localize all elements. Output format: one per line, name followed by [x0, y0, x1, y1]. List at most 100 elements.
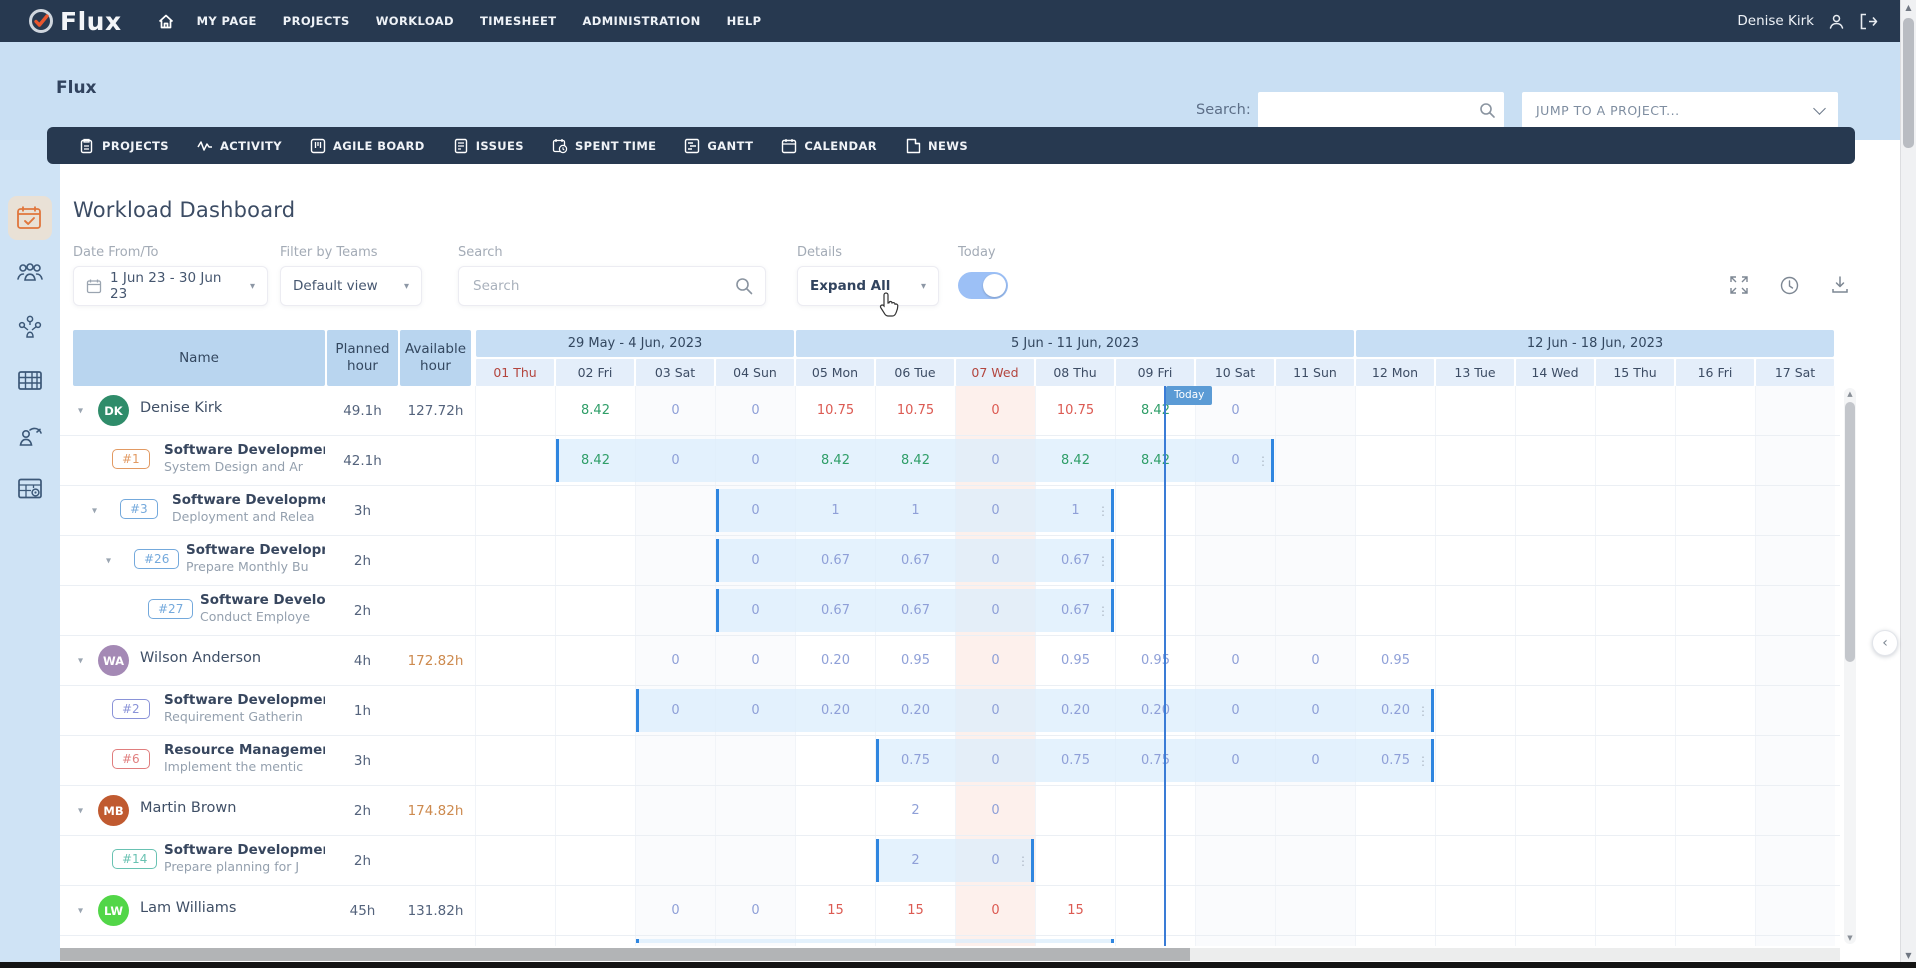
collapse-row-icon[interactable]: ▾: [78, 405, 83, 416]
toolbar-item-gantt[interactable]: GANTT: [684, 138, 753, 154]
table-search-input[interactable]: [471, 277, 735, 295]
download-icon[interactable]: [1831, 276, 1849, 295]
search-icon[interactable]: [735, 277, 753, 295]
grid-cell: 10.75: [1035, 386, 1115, 435]
sidebar-item-table-grid[interactable]: [8, 358, 52, 402]
scroll-up-icon[interactable]: ▲: [1901, 3, 1916, 12]
issue-badge[interactable]: #1: [112, 449, 150, 469]
collapse-row-icon[interactable]: ▾: [78, 905, 83, 916]
home-icon[interactable]: [158, 14, 174, 29]
table-search-box[interactable]: [458, 266, 766, 306]
grid-scrollbar-thumb[interactable]: [1845, 402, 1855, 662]
task-title-block[interactable]: Software DevelopConduct Employe: [200, 592, 325, 624]
person-name[interactable]: Denise Kirk: [140, 400, 222, 416]
jump-to-project-placeholder: JUMP TO A PROJECT...: [1536, 103, 1815, 118]
person-name[interactable]: Wilson Anderson: [140, 650, 261, 666]
sidebar-item-org-network[interactable]: [8, 304, 52, 348]
sidebar-item-teams[interactable]: [8, 250, 52, 294]
allocation-bar[interactable]: [636, 939, 1114, 943]
collapse-panel-button[interactable]: ‹: [1872, 630, 1898, 656]
partial-row: [60, 936, 1840, 946]
news-icon: [905, 138, 921, 154]
cell-value: 0.67: [821, 603, 850, 618]
toolbar-item-agile-board[interactable]: AGILE BOARD: [310, 138, 425, 154]
scroll-down-icon[interactable]: ▼: [1844, 934, 1856, 942]
window-scrollbar-thumb[interactable]: [1903, 18, 1914, 148]
task-title-block[interactable]: Software DevelopmenRequirement Gatherin: [164, 692, 325, 724]
date-range-picker[interactable]: 1 Jun 23 - 30 Jun 23 ▾: [73, 266, 268, 306]
band-search-label: Search:: [1196, 102, 1251, 118]
day-header-08-thu: 08 Thu: [1036, 359, 1114, 386]
user-name[interactable]: Denise Kirk: [1737, 13, 1814, 29]
nav-item-timesheet[interactable]: TIMESHEET: [480, 14, 557, 28]
grid-horizontal-thumb[interactable]: [60, 948, 1190, 961]
today-toggle[interactable]: [958, 272, 1008, 299]
issue-badge[interactable]: #3: [120, 499, 158, 519]
planned-hour-value: 3h: [327, 486, 398, 535]
toolbar-item-projects[interactable]: PROJECTS: [79, 138, 169, 154]
toolbar-item-issues[interactable]: ISSUES: [453, 138, 524, 154]
history-clock-icon[interactable]: [1780, 276, 1799, 295]
grid-vertical-scrollbar[interactable]: ▲ ▼: [1844, 388, 1856, 944]
task-title-block[interactable]: Software DevelopmenDeployment and Relea: [172, 492, 325, 524]
bar-menu-icon[interactable]: ⋮: [1417, 704, 1429, 718]
bar-menu-icon[interactable]: ⋮: [1257, 454, 1269, 468]
cell-value: 0.75: [901, 753, 930, 768]
global-search-input[interactable]: [1266, 102, 1479, 119]
grid-horizontal-scrollbar[interactable]: [60, 948, 1840, 961]
allocation-bar[interactable]: ⋮: [876, 839, 1034, 882]
user-account-icon[interactable]: [1828, 13, 1845, 30]
jump-to-project-select[interactable]: JUMP TO A PROJECT...: [1522, 92, 1838, 128]
teams-filter-select[interactable]: Default view ▾: [280, 266, 422, 306]
search-icon[interactable]: [1479, 102, 1496, 119]
grid-cell: [1595, 786, 1675, 835]
collapse-row-icon[interactable]: ▾: [78, 805, 83, 816]
fullscreen-icon[interactable]: [1730, 276, 1748, 295]
scroll-down-icon[interactable]: ▼: [1901, 951, 1916, 960]
collapse-row-icon[interactable]: ▾: [92, 505, 97, 516]
task-title-block[interactable]: Software DevelopmPrepare Monthly Bu: [186, 542, 325, 574]
bar-menu-icon[interactable]: ⋮: [1097, 504, 1109, 518]
task-title-block[interactable]: Software DevelopmenPrepare planning for …: [164, 842, 325, 874]
toolbar-item-spent-time[interactable]: SPENT TIME: [552, 138, 656, 154]
issue-badge[interactable]: #6: [112, 749, 150, 769]
bar-menu-icon[interactable]: ⋮: [1017, 854, 1029, 868]
window-scrollbar[interactable]: ▲ ▼: [1900, 0, 1916, 968]
flux-logo[interactable]: Flux: [28, 7, 122, 36]
collapse-row-icon[interactable]: ▾: [106, 555, 111, 566]
scroll-up-icon[interactable]: ▲: [1844, 390, 1856, 398]
grid-cell: [1275, 786, 1355, 835]
nav-item-projects[interactable]: PROJECTS: [283, 14, 350, 28]
details-value: Expand All: [810, 278, 890, 294]
bar-menu-icon[interactable]: ⋮: [1097, 554, 1109, 568]
bar-menu-icon[interactable]: ⋮: [1097, 604, 1109, 618]
sidebar-item-workload-calendar[interactable]: [8, 196, 52, 240]
details-select[interactable]: Expand All ▾: [797, 266, 939, 306]
bar-menu-icon[interactable]: ⋮: [1417, 754, 1429, 768]
person-name[interactable]: Martin Brown: [140, 800, 236, 816]
issue-badge[interactable]: #14: [112, 849, 157, 869]
sidebar-item-person-gauge[interactable]: [8, 412, 52, 456]
toolbar-item-calendar[interactable]: CALENDAR: [781, 138, 877, 154]
nav-item-help[interactable]: HELP: [727, 14, 762, 28]
task-title-block[interactable]: Resource ManagemenImplement the mentic: [164, 742, 325, 774]
cell-value: 0.67: [1061, 553, 1090, 568]
logout-icon[interactable]: [1859, 13, 1878, 30]
sidebar-item-table-gear[interactable]: [8, 466, 52, 510]
global-search-box[interactable]: [1258, 92, 1504, 128]
issue-badge[interactable]: #2: [112, 699, 150, 719]
grid-cell: [1355, 386, 1435, 435]
issue-badge[interactable]: #27: [148, 599, 193, 619]
grid-cell: [1275, 836, 1355, 885]
nav-item-workload[interactable]: WORKLOAD: [376, 14, 454, 28]
collapse-row-icon[interactable]: ▾: [78, 655, 83, 666]
flux-logo-icon: [28, 8, 54, 34]
grid-cell: [1755, 486, 1835, 535]
toolbar-item-news[interactable]: NEWS: [905, 138, 968, 154]
nav-item-my-page[interactable]: MY PAGE: [197, 14, 257, 28]
toolbar-item-activity[interactable]: ACTIVITY: [197, 138, 282, 154]
person-name[interactable]: Lam Williams: [140, 900, 236, 916]
nav-item-administration[interactable]: ADMINISTRATION: [582, 14, 700, 28]
task-title-block[interactable]: Software DevelopmenSystem Design and Ar: [164, 442, 325, 474]
issue-badge[interactable]: #26: [134, 549, 179, 569]
